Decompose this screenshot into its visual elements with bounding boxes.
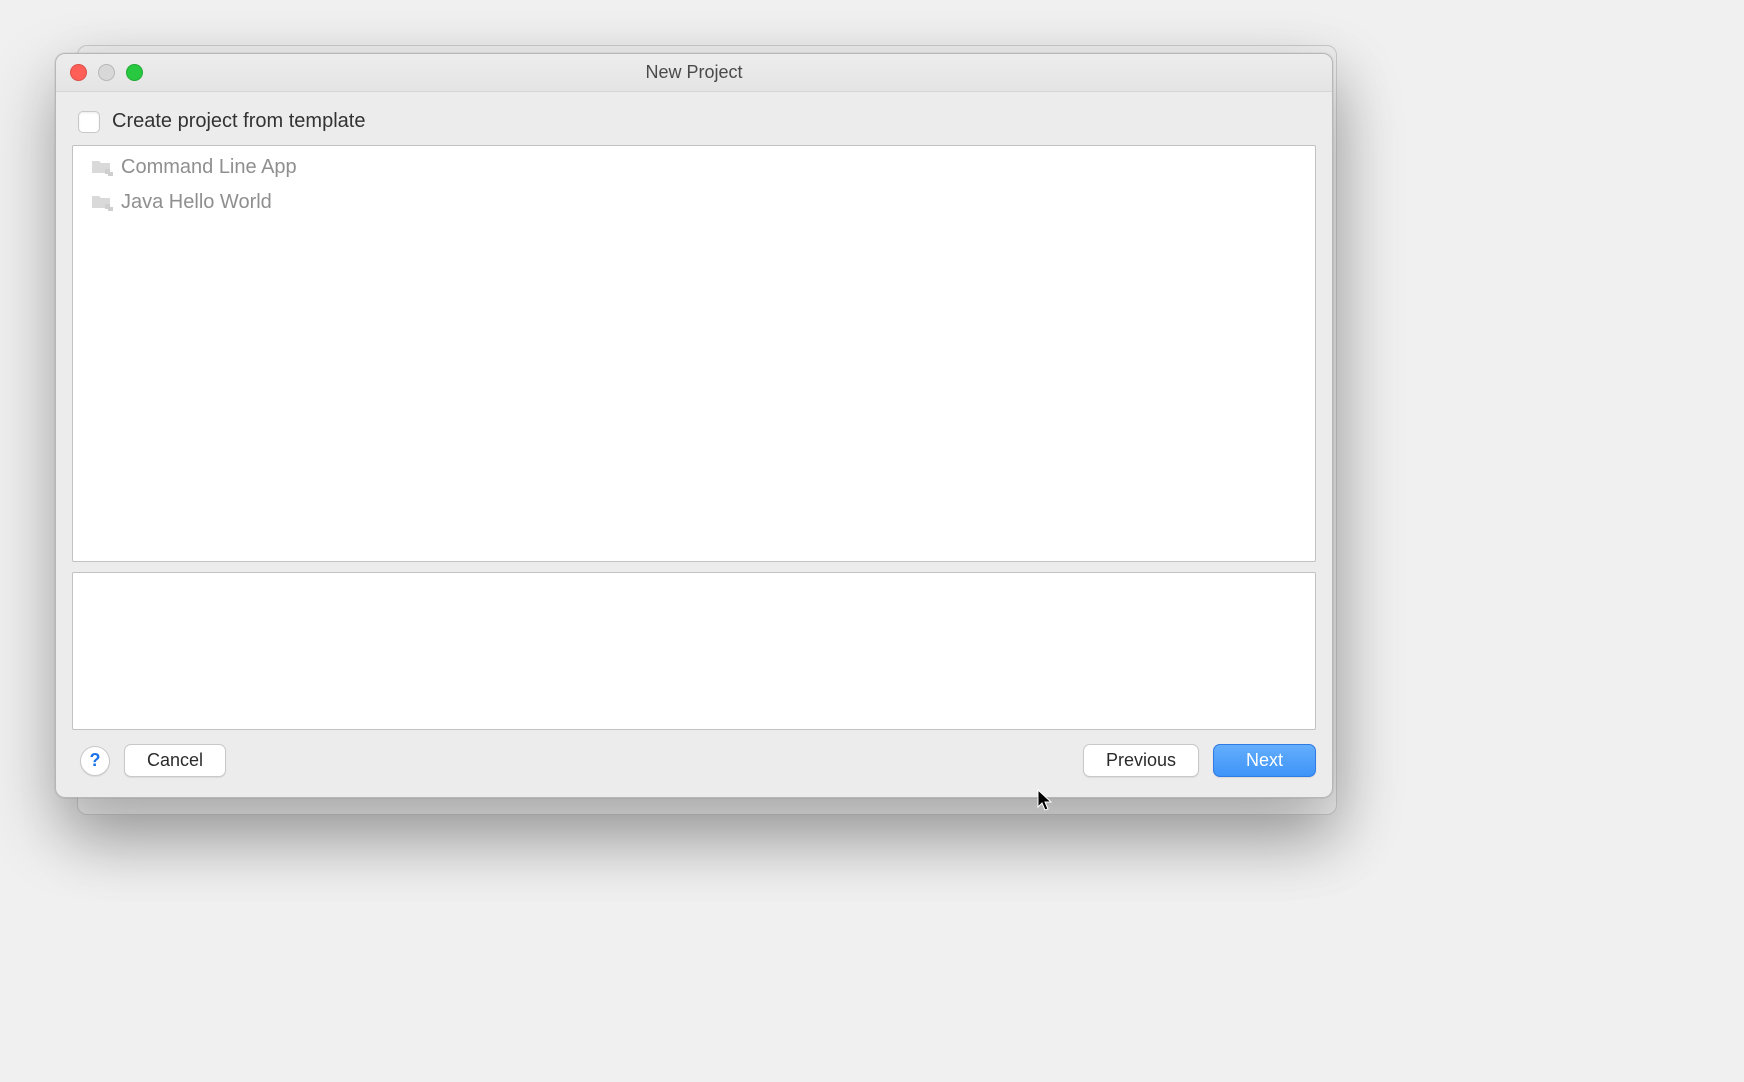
help-icon: ? (90, 750, 101, 771)
list-item-label: Command Line App (121, 156, 297, 179)
dialog-content: Create project from template Command Lin… (56, 92, 1332, 730)
minimize-window-button[interactable] (98, 64, 115, 81)
previous-button[interactable]: Previous (1083, 744, 1199, 777)
folder-icon (91, 160, 113, 176)
list-item[interactable]: Command Line App (73, 146, 1315, 185)
titlebar: New Project (56, 54, 1332, 92)
list-item[interactable]: Java Hello World (73, 185, 1315, 220)
help-button[interactable]: ? (80, 746, 110, 776)
create-from-template-row[interactable]: Create project from template (72, 106, 1316, 145)
window-title: New Project (56, 62, 1332, 83)
cancel-button[interactable]: Cancel (124, 744, 226, 777)
template-description-box (72, 572, 1316, 730)
template-list[interactable]: Command Line App Java Hello World (72, 145, 1316, 562)
close-window-button[interactable] (70, 64, 87, 81)
zoom-window-button[interactable] (126, 64, 143, 81)
list-item-label: Java Hello World (121, 191, 272, 214)
next-button[interactable]: Next (1213, 744, 1316, 777)
create-from-template-label: Create project from template (112, 110, 365, 133)
create-from-template-checkbox[interactable] (78, 111, 100, 133)
traffic-lights (70, 64, 143, 81)
folder-icon (91, 195, 113, 211)
new-project-dialog: New Project Create project from template… (55, 53, 1333, 798)
dialog-footer: ? Cancel Previous Next (56, 730, 1332, 797)
